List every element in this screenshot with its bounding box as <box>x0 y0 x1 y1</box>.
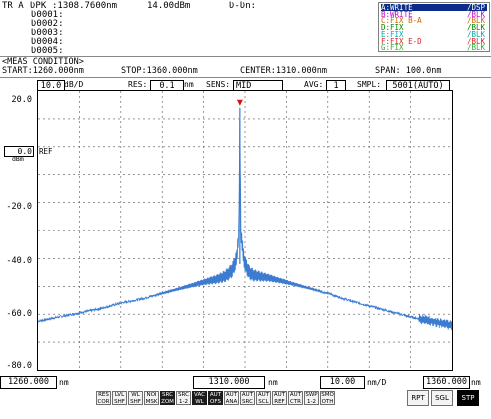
y-tick-label: -40.0 <box>6 256 32 266</box>
center-unit: nm <box>268 378 278 387</box>
function-button-line-2: ANA <box>225 398 238 405</box>
center-wavelength-field[interactable]: 1310.000 <box>193 376 265 389</box>
peak-marker-level: 14.00dBm <box>147 1 191 11</box>
function-button-line-2: REF <box>274 398 285 405</box>
meas-stop: STOP:1360.000nm <box>121 66 198 76</box>
meas-start: START:1260.000nm <box>2 66 84 76</box>
stop-wavelength-field[interactable]: 1360.000 <box>423 376 470 389</box>
function-button-line-2: CTR <box>289 398 302 405</box>
trace-name: G:FIX <box>381 43 404 53</box>
function-button-line-2: MSK <box>145 398 158 405</box>
function-button-line-1: AUT <box>273 392 286 398</box>
function-button-line-1: SRC <box>178 392 189 398</box>
sweep-button-rpt[interactable]: RPT <box>407 390 429 406</box>
function-button-line-1: LVL <box>114 392 125 398</box>
function-button-swp-1-2[interactable]: SWP 1-2 <box>304 391 319 405</box>
ref-label: REF <box>39 147 53 156</box>
function-button-aut-ofs[interactable]: AUT OFS <box>208 391 223 405</box>
function-button-aut-scl[interactable]: AUT SCL <box>256 391 271 405</box>
function-button-line-1: NOI <box>146 392 157 398</box>
function-button-line-2: OFS <box>210 398 221 405</box>
function-button-line-1: AUT <box>289 392 302 398</box>
function-button-line-2: WL <box>195 398 204 405</box>
sweep-button-stp[interactable]: STP <box>457 390 479 406</box>
function-button-line-2: COR <box>97 398 110 405</box>
y-tick-label: -80.0 <box>6 361 32 371</box>
res-unit: nm <box>184 80 194 89</box>
res-label: RES: <box>128 80 148 89</box>
function-button-wl-shf[interactable]: WL SHF <box>128 391 143 405</box>
function-button-line-1: AUT <box>225 392 238 398</box>
function-button-res-cor[interactable]: RES COR <box>96 391 111 405</box>
function-button-line-1: AUT <box>257 392 270 398</box>
function-button-line-2: SRC <box>242 398 253 405</box>
function-button-line-1: SRC <box>162 392 173 398</box>
y-tick-label: -20.0 <box>6 202 32 212</box>
sens-label: SENS: <box>206 80 231 89</box>
function-button-line-1: AUT <box>241 392 254 398</box>
function-button-vac-wl[interactable]: VAC WL <box>192 391 207 405</box>
scale-unit: dB/D <box>64 80 84 89</box>
meas-span: SPAN: 100.0nm <box>375 66 442 76</box>
span-per-div-field[interactable]: 10.00 <box>320 376 365 389</box>
span-per-div-unit: nm/D <box>367 378 387 387</box>
delta-marker-label: Ʋ-Ʋn: <box>229 1 257 11</box>
trace-state: /BLK <box>466 43 485 53</box>
function-button-aut-ref[interactable]: AUT REF <box>272 391 287 405</box>
function-button-line-2: SHF <box>130 398 141 405</box>
function-button-line-2: OTH <box>321 398 334 405</box>
function-button-lvl-shf[interactable]: LVL SHF <box>112 391 127 405</box>
marker-row: Ʋ0005: <box>31 46 64 56</box>
peak-marker-icon <box>236 99 243 106</box>
function-button-smo-oth[interactable]: SMO OTH <box>320 391 335 405</box>
function-button-src-1-2[interactable]: SRC 1-2 <box>176 391 191 405</box>
marker-area: TR A ƲPK :1308.7600nm 14.00dBm Ʋ-Ʋn: Ʋ00… <box>0 0 377 56</box>
function-button-noi-msk[interactable]: NOI MSK <box>144 391 159 405</box>
spectrum-chart <box>38 91 452 370</box>
y-tick-label: -60.0 <box>6 309 32 319</box>
function-button-line-2: SHF <box>114 398 125 405</box>
ref-unit: dBm <box>12 155 24 163</box>
function-button-aut-ctr[interactable]: AUT CTR <box>288 391 303 405</box>
function-button-line-1: SWP <box>305 392 318 398</box>
function-button-aut-ana[interactable]: AUT ANA <box>224 391 239 405</box>
function-button-line-2: 1-2 <box>307 398 316 405</box>
start-wavelength-field[interactable]: 1260.000 <box>0 376 57 389</box>
spectrum-plot[interactable] <box>37 90 453 371</box>
function-button-line-1: RES <box>98 392 109 398</box>
smpl-label: SMPL: <box>357 80 382 89</box>
meas-center: CENTER:1310.000nm <box>240 66 327 76</box>
start-unit: nm <box>59 378 69 387</box>
function-button-line-2: ZOM <box>161 398 174 405</box>
avg-label: AVG: <box>304 80 324 89</box>
stop-unit: nm <box>471 378 481 387</box>
function-button-aut-src[interactable]: AUT SRC <box>240 391 255 405</box>
trace-legend: A:WRITE/DSP B:WRITE/BLK C:FIX B-A/BLK D:FIX… <box>378 2 490 52</box>
measurement-condition: <MEAS CONDITION> START:1260.000nm STOP:1… <box>0 56 491 78</box>
sweep-button-sgl[interactable]: SGL <box>431 390 453 406</box>
function-button-line-1: AUT <box>209 392 222 398</box>
function-button-line-1: SMO <box>321 392 334 398</box>
trace-legend-row[interactable]: G:FIX/BLK <box>381 43 487 53</box>
function-button-line-2: 1-2 <box>179 398 188 405</box>
y-tick-label: 20.0 <box>11 95 32 105</box>
function-button-src-zom[interactable]: SRC ZOM <box>160 391 175 405</box>
function-button-line-2: SCL <box>258 398 269 405</box>
trace-label: TR A <box>2 1 24 11</box>
function-button-line-1: VAC <box>194 392 205 398</box>
